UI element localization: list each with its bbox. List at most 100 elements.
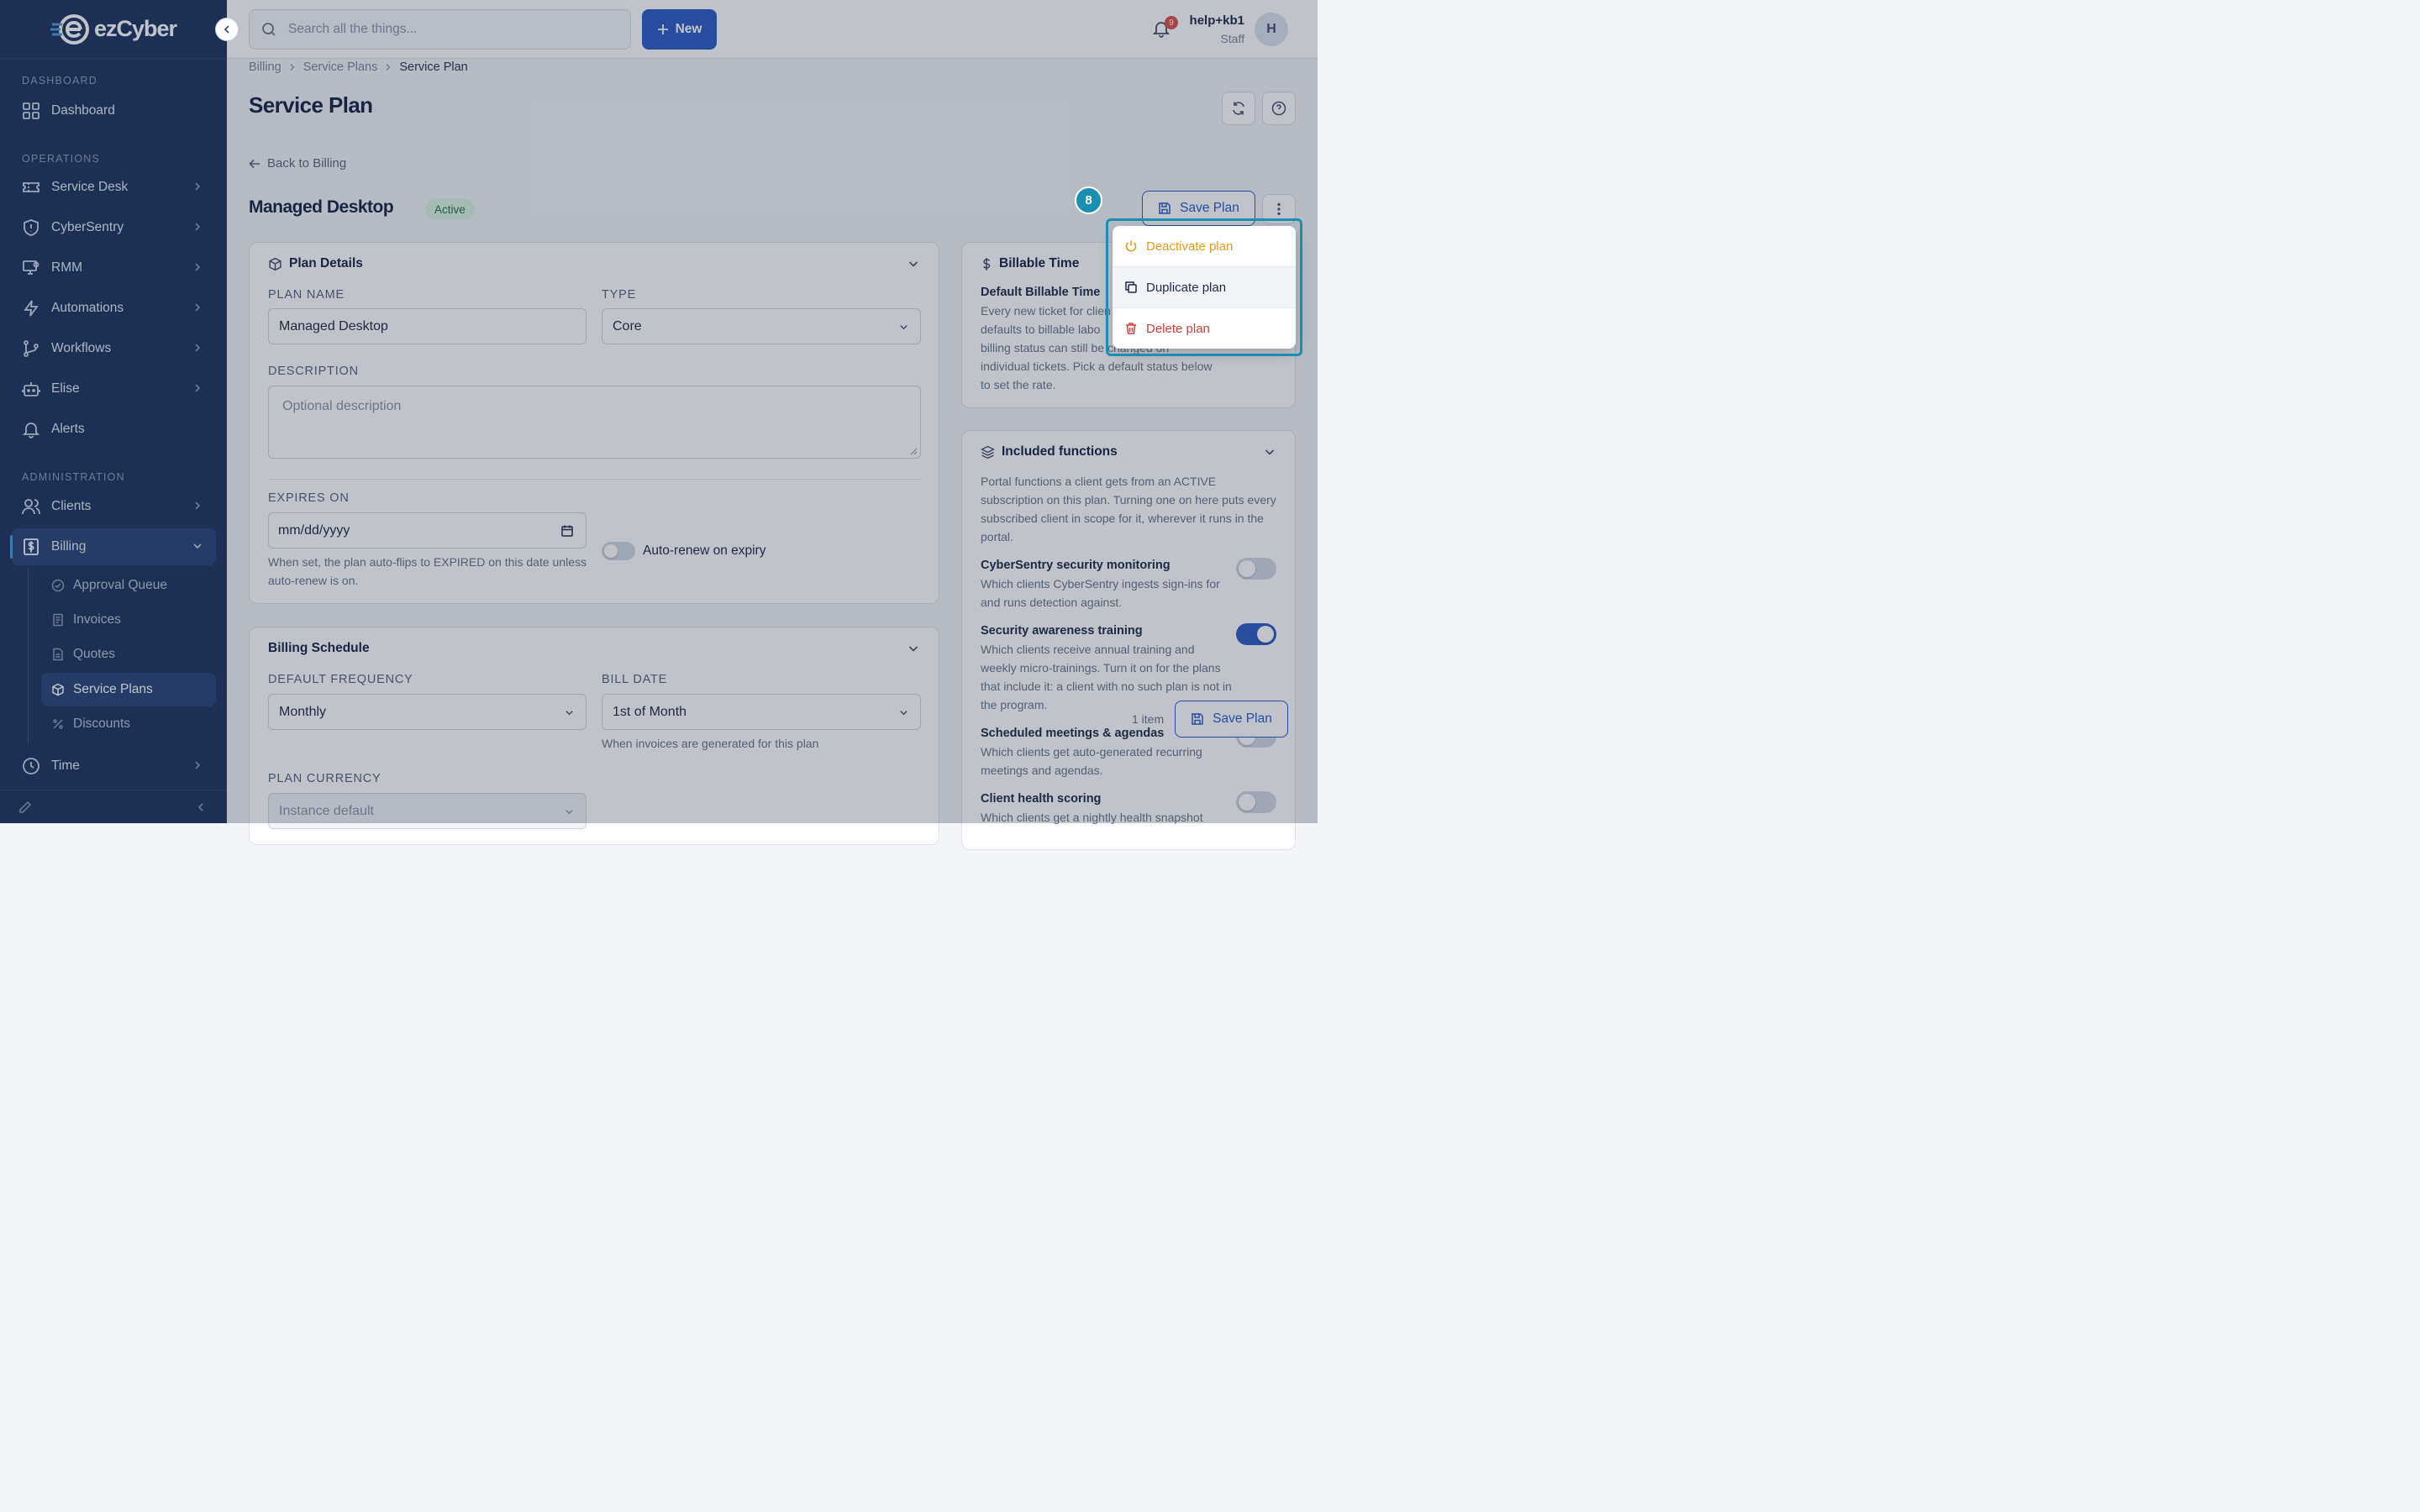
chevron-down-icon [193,543,202,549]
sidebar-item-cybersentry[interactable]: CyberSentry [12,209,216,246]
sidebar-item-automations[interactable]: Automations [12,290,216,327]
plan-name-input[interactable]: Managed Desktop [268,308,587,344]
bill-date-select[interactable]: 1st of Month [602,694,921,730]
default-frequency-label: DEFAULT FREQUENCY [268,673,413,686]
cybersentry-monitoring-toggle[interactable] [1236,558,1276,580]
global-search-input[interactable]: Search all the things... [249,9,631,50]
chevron-right-icon [195,501,201,510]
plan-name-label: PLAN NAME [268,288,345,302]
included-functions-description: Portal functions a client gets from an A… [981,475,1276,543]
chevron-right-icon [195,182,201,191]
robot-icon [22,382,40,396]
sidebar-item-label: Time [51,759,80,773]
billing-schedule-title: Billing Schedule [268,641,370,655]
sidebar-item-workflows[interactable]: Workflows [12,330,216,367]
plan-details-header[interactable]: Plan Details [268,256,363,271]
plan-currency-select[interactable]: Instance default [268,793,587,829]
sidebar-item-dashboard[interactable]: Dashboard [12,92,216,129]
billable-time-header[interactable]: Billable Time [981,256,1079,271]
included-functions-header[interactable]: Included functions [981,444,1118,459]
sidebar-item-alerts[interactable]: Alerts [12,411,216,448]
sidebar-item-rmm[interactable]: RMM [12,249,216,286]
chevron-right-icon [195,303,201,312]
billable-time-subtitle: Default Billable Time [981,286,1101,299]
sidebar-collapse-button[interactable] [215,18,239,41]
chevron-down-icon[interactable] [1264,446,1276,458]
page-title: Service Plan [249,92,373,118]
top-bar: Search all the things... New 9 help+kb1 … [227,0,1318,59]
sidebar-subitem-approval-queue[interactable]: Approval Queue [41,569,216,602]
sidebar-item-label: Elise [51,381,80,396]
sidebar-item-billing[interactable]: Billing [10,528,216,565]
chevron-down-icon [900,325,908,330]
new-button-label: New [675,22,702,36]
sidebar-subitem-service-plans[interactable]: Service Plans [41,673,216,706]
breadcrumb: Billing Service Plans Service Plan [249,60,468,74]
search-icon [262,23,276,36]
pencil-icon[interactable] [18,801,32,814]
sidebar-item-time[interactable]: Time [12,748,216,785]
default-frequency-select[interactable]: Monthly [268,694,587,730]
chevron-right-icon [195,761,201,769]
section-administration: ADMINISTRATION [22,471,125,483]
more-vertical-icon [1277,202,1281,216]
type-select[interactable]: Core [602,308,921,344]
security-awareness-toggle[interactable] [1236,623,1276,645]
bill-date-label: BILL DATE [602,673,668,686]
ezcyber-logo-icon [50,13,89,45]
sidebar-subitem-quotes[interactable]: Quotes [41,638,216,671]
chevron-down-icon[interactable] [908,258,919,270]
expires-on-date-input[interactable]: mm/dd/yyyy [268,512,587,549]
chevron-left-icon [224,25,229,34]
description-textarea[interactable]: Optional description [268,386,921,459]
resize-handle-icon[interactable] [910,448,918,455]
breadcrumb-billing[interactable]: Billing [249,60,281,74]
breadcrumb-current: Service Plan [399,60,468,74]
chevron-down-icon [566,711,573,716]
plan-currency-label: PLAN CURRENCY [268,772,381,785]
package-icon [52,683,64,696]
function-name: Scheduled meetings & agendas [981,727,1165,740]
save-icon [1192,713,1203,725]
billing-schedule-header[interactable]: Billing Schedule [268,641,370,656]
sidebar-subitem-discounts[interactable]: Discounts [41,707,216,741]
sidebar-subitem-invoices[interactable]: Invoices [41,603,216,637]
collapse-sidebar-icon[interactable] [196,802,206,812]
floating-save-plan-button[interactable]: Save Plan [1175,701,1288,738]
function-description: Which clients get a nightly health snaps… [981,811,1203,824]
refresh-button[interactable] [1222,92,1255,125]
sidebar-subitem-label: Approval Queue [73,578,168,592]
function-description: Which clients get auto-generated recurri… [981,745,1202,777]
breadcrumb-service-plans[interactable]: Service Plans [303,60,378,74]
default-frequency-value: Monthly [279,704,327,719]
sidebar-item-label: Dashboard [51,103,115,118]
chevron-right-icon [195,263,201,271]
auto-renew-toggle[interactable] [602,542,635,560]
help-button[interactable] [1262,92,1296,125]
bill-date-help: When invoices are generated for this pla… [602,737,819,750]
sidebar: ezCyber DASHBOARD Dashboard OPERATIONS S… [0,0,227,823]
avatar[interactable]: H [1255,13,1288,46]
sidebar-item-service-desk[interactable]: Service Desk [12,169,216,206]
dashboard-icon [23,102,39,119]
chevron-down-icon[interactable] [908,643,919,654]
save-icon [1159,202,1171,214]
user-name: help+kb1 [1189,13,1244,28]
section-operations: OPERATIONS [22,153,101,165]
sidebar-item-clients[interactable]: Clients [12,488,216,525]
logo-text: ezCyber [93,16,177,41]
billable-time-line: individual tickets. Pick a default statu… [981,360,1213,373]
sidebar-item-label: Automations [51,301,124,315]
client-health-scoring-toggle[interactable] [1236,791,1276,813]
save-plan-label: Save Plan [1180,201,1239,215]
description-label: DESCRIPTION [268,365,359,378]
billing-schedule-card: Billing Schedule DEFAULT FREQUENCY Month… [249,627,939,845]
git-branch-icon [24,340,39,357]
brand-logo[interactable]: ezCyber [0,0,227,59]
back-to-billing-link[interactable]: Back to Billing [249,156,346,171]
included-functions-title: Included functions [1002,444,1118,459]
sidebar-item-elise[interactable]: Elise [12,370,216,407]
calendar-icon[interactable] [560,524,574,538]
new-button[interactable]: New [642,9,717,50]
refresh-icon [1233,102,1244,115]
